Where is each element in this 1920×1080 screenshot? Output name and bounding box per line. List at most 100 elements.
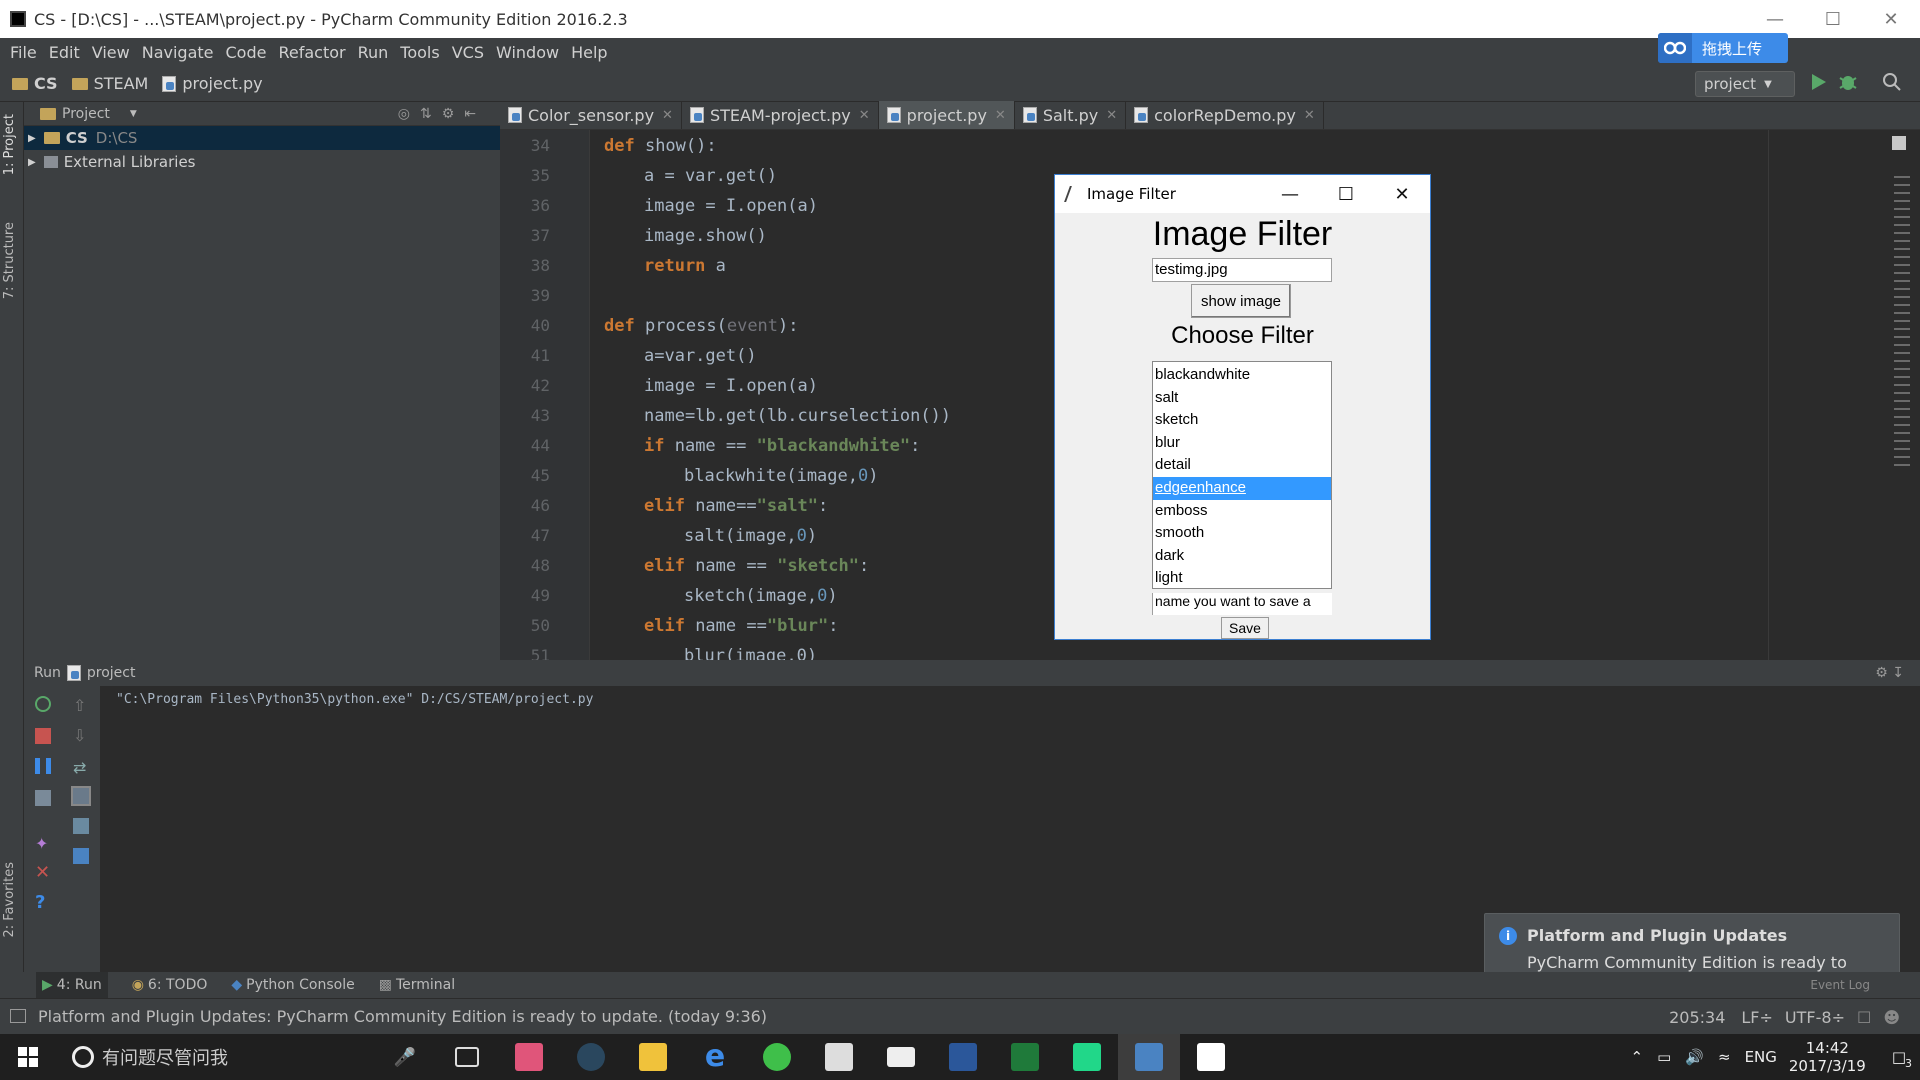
inspector-icon[interactable]: ☻ (1883, 1008, 1900, 1027)
wechat-icon[interactable] (746, 1034, 808, 1080)
filename-entry[interactable]: testimg.jpg (1152, 258, 1332, 282)
maximize-button[interactable]: ☐ (1804, 0, 1862, 38)
tab-python-console[interactable]: ◆ Python Console (231, 977, 354, 993)
cortana-search[interactable]: 有问题尽管问我 🎤 (56, 1034, 436, 1080)
event-log-tab[interactable]: Event Log (1810, 978, 1870, 992)
rerun-icon[interactable] (35, 696, 51, 712)
inspection-status-icon[interactable] (1892, 136, 1906, 150)
up-arrow-icon[interactable]: ⇧ (73, 696, 89, 715)
menu-edit[interactable]: Edit (43, 43, 86, 62)
list-item-selected[interactable]: edgeenhance (1153, 476, 1331, 500)
breadcrumb-project-py[interactable]: project.py (162, 74, 263, 93)
pin-icon[interactable]: ✦ (35, 834, 51, 853)
close-run-icon[interactable]: ✕ (35, 862, 51, 883)
list-item[interactable]: emboss (1153, 500, 1331, 523)
run-icon[interactable] (1810, 72, 1828, 96)
save-name-entry[interactable]: name you want to save a (1152, 593, 1332, 615)
caret-position[interactable]: 205:34 (1669, 1008, 1725, 1027)
structure-tool-tab[interactable]: 7: Structure (2, 222, 17, 299)
save-button[interactable]: Save (1221, 617, 1269, 639)
mail-icon[interactable] (870, 1034, 932, 1080)
menu-code[interactable]: Code (220, 43, 273, 62)
line-separator[interactable]: LF÷ (1741, 1008, 1773, 1027)
language-indicator[interactable]: ENG (1745, 1048, 1777, 1066)
list-item[interactable]: blackandwhite (1153, 364, 1331, 387)
soft-wrap-icon[interactable]: ⇄ (73, 758, 89, 777)
chevron-up-icon[interactable]: ⌃ (1631, 1048, 1644, 1066)
tab-todo[interactable]: ◉ 6: TODO (132, 977, 208, 993)
wifi-icon[interactable]: ≈ (1718, 1048, 1731, 1066)
tk-minimize-button[interactable]: — (1262, 184, 1318, 205)
lock-icon[interactable]: ☐ (1857, 1008, 1871, 1027)
tree-item-cs[interactable]: ▶ CS D:\CS (24, 126, 500, 150)
debug-icon[interactable] (1838, 72, 1858, 96)
run-configuration-select[interactable]: project ▼ (1695, 71, 1795, 97)
app-icon-green[interactable] (994, 1034, 1056, 1080)
scroll-to-end-icon[interactable] (71, 786, 91, 806)
close-tab-icon[interactable]: ✕ (1304, 108, 1315, 123)
battery-icon[interactable]: ▭ (1657, 1048, 1671, 1066)
chevron-down-icon[interactable]: ▼ (130, 109, 137, 119)
tab-color-sensor[interactable]: Color_sensor.py ✕ (500, 101, 682, 129)
show-image-button[interactable]: show image (1191, 284, 1291, 318)
photos-icon[interactable] (1180, 1034, 1242, 1080)
app-icon-pink[interactable] (498, 1034, 560, 1080)
list-item[interactable]: detail (1153, 454, 1331, 477)
windows-start-icon[interactable] (0, 1034, 56, 1080)
python-taskbar-icon[interactable] (1118, 1034, 1180, 1080)
favorites-tool-tab[interactable]: 2: Favorites (2, 862, 17, 938)
menu-run[interactable]: Run (352, 43, 395, 62)
menu-tools[interactable]: Tools (394, 43, 445, 62)
menu-view[interactable]: View (86, 43, 136, 62)
close-tab-icon[interactable]: ✕ (1106, 108, 1117, 123)
tree-item-external-libraries[interactable]: ▶ External Libraries (24, 150, 500, 174)
menu-file[interactable]: File (4, 43, 43, 62)
list-item[interactable]: dark (1153, 545, 1331, 568)
down-arrow-icon[interactable]: ⇩ (73, 726, 89, 745)
help-icon[interactable]: ? (35, 892, 51, 913)
edge-icon[interactable]: e (684, 1034, 746, 1080)
word-icon[interactable] (932, 1034, 994, 1080)
list-item[interactable]: blur (1153, 432, 1331, 455)
tab-run[interactable]: ▶ 4: Run (36, 972, 108, 998)
list-item[interactable]: smooth (1153, 522, 1331, 545)
tab-color-rep-demo[interactable]: colorRepDemo.py ✕ (1126, 101, 1324, 129)
tab-terminal[interactable]: ▩ Terminal (379, 977, 455, 993)
dump-threads-icon[interactable] (35, 790, 51, 806)
breadcrumb-steam[interactable]: STEAM (71, 74, 148, 93)
stop-icon[interactable] (35, 728, 51, 744)
list-item[interactable]: light (1153, 567, 1331, 590)
menu-vcs[interactable]: VCS (446, 43, 490, 62)
search-icon[interactable] (1882, 72, 1902, 96)
tk-maximize-button[interactable]: ☐ (1318, 184, 1374, 205)
steam-icon[interactable] (560, 1034, 622, 1080)
tab-steam-project[interactable]: STEAM-project.py ✕ (682, 101, 879, 129)
clock[interactable]: 14:42 2017/3/19 (1789, 1039, 1866, 1075)
tab-salt[interactable]: Salt.py ✕ (1015, 101, 1127, 129)
list-item[interactable]: salt (1153, 387, 1331, 410)
action-center-icon[interactable]: □ 3 (1892, 1048, 1912, 1070)
panel-tools-icons[interactable]: ◎⇅⚙⇤ (398, 106, 486, 122)
breadcrumb-cs[interactable]: CS (12, 74, 58, 93)
volume-icon[interactable]: 🔊 (1685, 1048, 1704, 1066)
toggle-tool-windows-icon[interactable] (10, 1009, 26, 1023)
filter-listbox[interactable]: blackandwhite salt sketch blur detail ed… (1152, 361, 1332, 589)
expand-arrow-icon[interactable]: ▶ (28, 133, 36, 144)
task-view-icon[interactable] (436, 1034, 498, 1080)
menu-help[interactable]: Help (565, 43, 613, 62)
status-message[interactable]: Platform and Plugin Updates: PyCharm Com… (38, 1007, 767, 1026)
microphone-icon[interactable]: 🎤 (394, 1047, 416, 1068)
project-tool-tab[interactable]: 1: Project (2, 114, 17, 175)
close-tab-icon[interactable]: ✕ (995, 108, 1006, 123)
menu-navigate[interactable]: Navigate (136, 43, 220, 62)
trash-icon[interactable] (73, 848, 89, 864)
close-tab-icon[interactable]: ✕ (662, 108, 673, 123)
baidu-upload-button[interactable]: 拖拽上传 (1658, 33, 1788, 63)
pause-icon[interactable] (35, 758, 51, 774)
file-explorer-icon[interactable] (622, 1034, 684, 1080)
pycharm-taskbar-icon[interactable] (1056, 1034, 1118, 1080)
store-icon[interactable] (808, 1034, 870, 1080)
menu-window[interactable]: Window (490, 43, 565, 62)
tab-project[interactable]: project.py ✕ (878, 101, 1015, 129)
tk-close-button[interactable]: ✕ (1374, 184, 1430, 205)
